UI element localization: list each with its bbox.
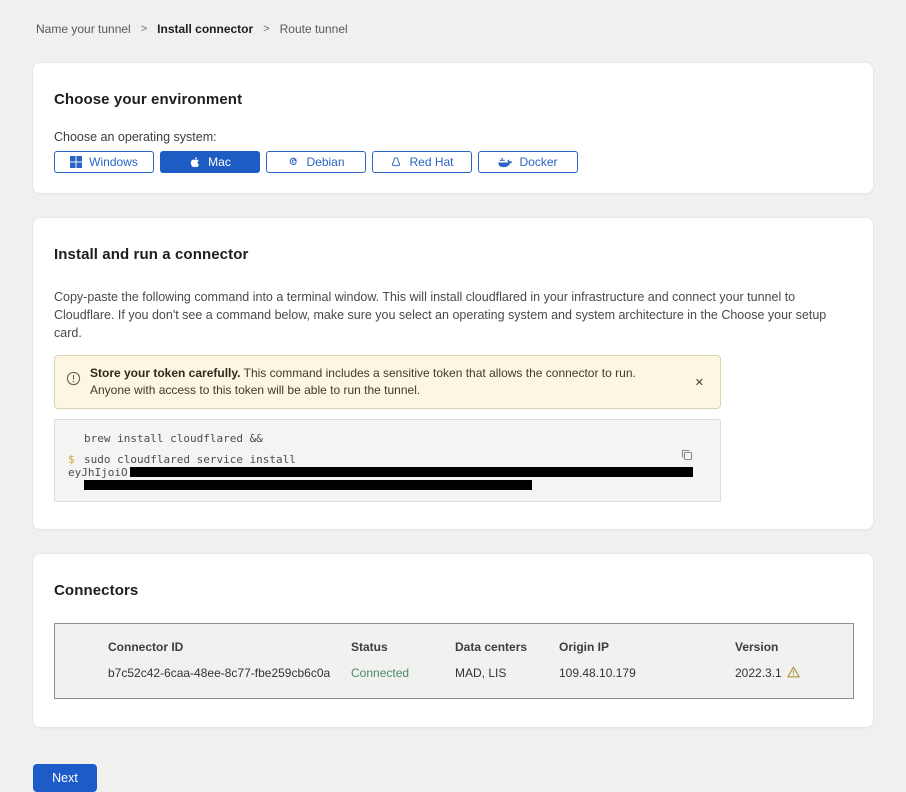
status-badge: Connected [351,666,455,680]
os-button-docker[interactable]: Docker [478,151,578,173]
connectors-table: Connector ID Status Data centers Origin … [54,623,854,699]
token-warning-title: Store your token carefully. [90,366,241,380]
breadcrumb-separator: > [263,23,269,35]
shell-prompt: $ [68,454,84,465]
connectors-table-header: Connector ID Status Data centers Origin … [108,640,843,654]
table-row: b7c52c42-6caa-48ee-8c77-fbe259cb6c0a Con… [108,666,843,681]
header-data-centers: Data centers [455,640,559,654]
redacted-token-bar [130,467,693,477]
install-command-code-block: brew install cloudflared && $ sudo cloud… [54,419,721,502]
header-connector-id: Connector ID [108,640,351,654]
os-button-label: Mac [208,155,231,169]
os-button-label: Debian [306,155,344,169]
breadcrumb-route-tunnel[interactable]: Route tunnel [280,22,348,36]
code-text: sudo cloudflared service install [84,454,296,465]
header-status: Status [351,640,455,654]
code-gutter [68,433,84,444]
os-button-redhat[interactable]: Red Hat [372,151,472,173]
connectors-card-title: Connectors [54,582,852,599]
code-line-token: eyJhIjoiO [68,466,706,479]
code-line-sudo: $ sudo cloudflared service install [68,454,706,465]
token-warning-banner: Store your token carefully. This command… [54,355,721,409]
install-connector-card: Install and run a connector Copy-paste t… [32,217,874,530]
cell-version: 2022.3.1 [735,666,843,681]
os-button-label: Red Hat [409,155,453,169]
os-button-mac[interactable]: Mac [160,151,260,173]
breadcrumb-install-connector[interactable]: Install connector [157,22,253,36]
copy-icon[interactable] [678,446,696,467]
os-button-windows[interactable]: Windows [54,151,154,173]
breadcrumb: Name your tunnel > Install connector > R… [36,22,906,36]
os-button-label: Windows [89,155,138,169]
debian-icon [287,156,299,168]
environment-card-title: Choose your environment [54,91,852,108]
redacted-token-bar [84,480,532,490]
header-origin-ip: Origin IP [559,640,735,654]
token-warning-text: Store your token carefully. This command… [90,365,665,399]
header-version: Version [735,640,843,654]
os-select-label: Choose an operating system: [54,130,852,144]
install-card-description: Copy-paste the following command into a … [54,288,849,342]
cell-data-centers: MAD, LIS [455,666,559,680]
code-line-brew: brew install cloudflared && [68,433,706,444]
alert-circle-icon [66,371,81,391]
version-warning-icon [787,666,800,681]
cell-origin-ip: 109.48.10.179 [559,666,735,680]
token-prefix: eyJhIjoiO [68,466,128,479]
apple-icon [189,155,201,169]
os-button-label: Docker [519,155,557,169]
docker-icon [498,157,512,168]
os-button-row: Windows Mac Debian Red Hat Docker [54,151,852,173]
code-text: brew install cloudflared && [84,433,263,444]
install-card-title: Install and run a connector [54,246,852,263]
connectors-card: Connectors Connector ID Status Data cent… [32,553,874,728]
version-text: 2022.3.1 [735,666,782,680]
environment-card: Choose your environment Choose an operat… [32,62,874,194]
close-icon[interactable]: ✕ [691,374,708,391]
next-button[interactable]: Next [33,764,97,792]
windows-icon [70,156,82,168]
redhat-icon [390,156,402,169]
breadcrumb-separator: > [141,23,147,35]
cell-connector-id: b7c52c42-6caa-48ee-8c77-fbe259cb6c0a [108,666,351,680]
breadcrumb-name-your-tunnel[interactable]: Name your tunnel [36,22,131,36]
os-button-debian[interactable]: Debian [266,151,366,173]
